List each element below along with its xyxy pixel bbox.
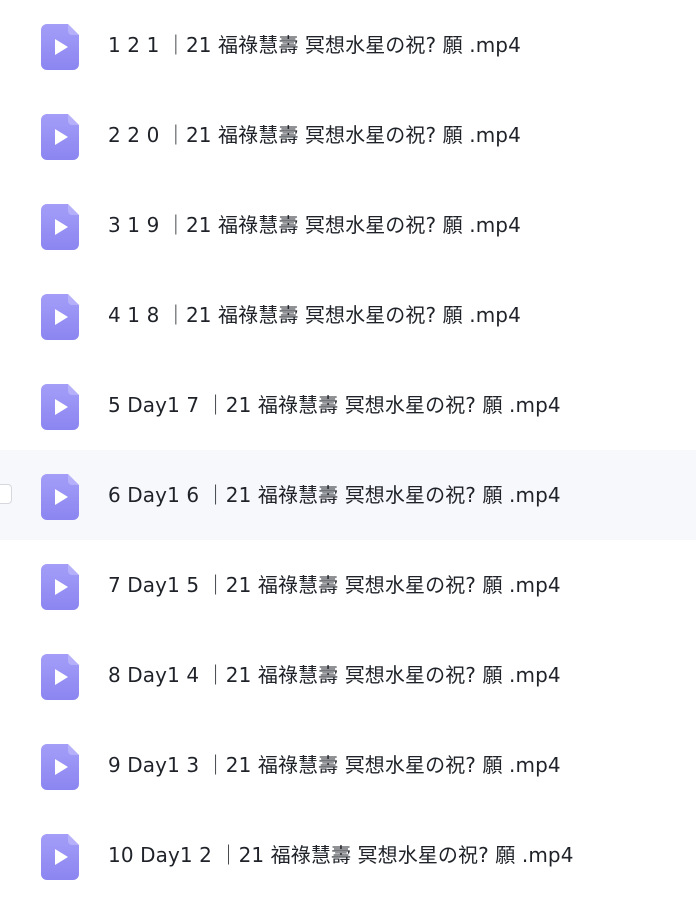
file-name: 6 Day1 6 ｜21 福祿慧壽 冥想水星の祝? 願 .mp4 (108, 483, 561, 507)
file-name: 5 Day1 7 ｜21 福祿慧壽 冥想水星の祝? 願 .mp4 (108, 393, 561, 417)
file-row[interactable]: 8 Day1 4 ｜21 福祿慧壽 冥想水星の祝? 願 .mp4 (0, 630, 696, 720)
file-name: 7 Day1 5 ｜21 福祿慧壽 冥想水星の祝? 願 .mp4 (108, 573, 561, 597)
file-row[interactable]: 3 1 9 ｜21 福祿慧壽 冥想水星の祝? 願 .mp4 (0, 180, 696, 270)
video-file-icon (41, 834, 79, 880)
video-file-icon (41, 744, 79, 790)
video-file-icon (41, 474, 79, 520)
file-name: 2 2 0 ｜21 福祿慧壽 冥想水星の祝? 願 .mp4 (108, 123, 521, 147)
video-file-icon (41, 654, 79, 700)
file-name: 3 1 9 ｜21 福祿慧壽 冥想水星の祝? 願 .mp4 (108, 213, 521, 237)
file-row[interactable]: 1 2 1 ｜21 福祿慧壽 冥想水星の祝? 願 .mp4 (0, 0, 696, 90)
file-name: 8 Day1 4 ｜21 福祿慧壽 冥想水星の祝? 願 .mp4 (108, 663, 561, 687)
file-name: 10 Day1 2 ｜21 福祿慧壽 冥想水星の祝? 願 .mp4 (108, 843, 574, 867)
video-file-icon (41, 114, 79, 160)
video-file-icon (41, 24, 79, 70)
video-file-icon (41, 204, 79, 250)
video-file-icon (41, 294, 79, 340)
file-row[interactable]: 4 1 8 ｜21 福祿慧壽 冥想水星の祝? 願 .mp4 (0, 270, 696, 360)
file-row[interactable]: 10 Day1 2 ｜21 福祿慧壽 冥想水星の祝? 願 .mp4 (0, 810, 696, 900)
file-name: 1 2 1 ｜21 福祿慧壽 冥想水星の祝? 願 .mp4 (108, 33, 521, 57)
file-row[interactable]: 9 Day1 3 ｜21 福祿慧壽 冥想水星の祝? 願 .mp4 (0, 720, 696, 810)
file-name: 4 1 8 ｜21 福祿慧壽 冥想水星の祝? 願 .mp4 (108, 303, 521, 327)
video-file-icon (41, 564, 79, 610)
file-name: 9 Day1 3 ｜21 福祿慧壽 冥想水星の祝? 願 .mp4 (108, 753, 561, 777)
row-checkbox[interactable] (0, 484, 12, 504)
video-file-icon (41, 384, 79, 430)
file-row[interactable]: 2 2 0 ｜21 福祿慧壽 冥想水星の祝? 願 .mp4 (0, 90, 696, 180)
file-row[interactable]: 5 Day1 7 ｜21 福祿慧壽 冥想水星の祝? 願 .mp4 (0, 360, 696, 450)
file-row[interactable]: 7 Day1 5 ｜21 福祿慧壽 冥想水星の祝? 願 .mp4 (0, 540, 696, 630)
file-row-hovered[interactable]: 6 Day1 6 ｜21 福祿慧壽 冥想水星の祝? 願 .mp4 (0, 450, 696, 540)
file-list: 1 2 1 ｜21 福祿慧壽 冥想水星の祝? 願 .mp4 2 2 0 ｜21 … (0, 0, 696, 891)
